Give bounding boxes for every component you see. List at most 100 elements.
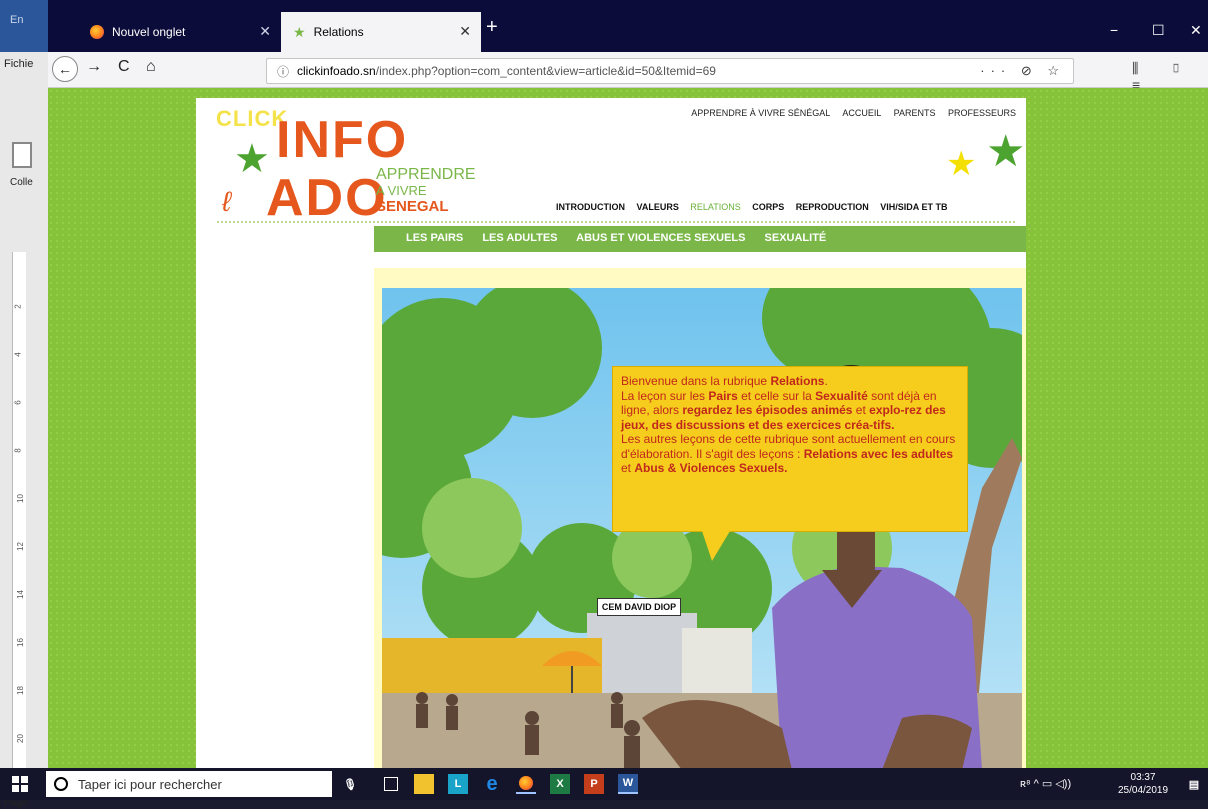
illustration: Bienvenue dans la rubrique Relations. La…	[382, 288, 1022, 770]
tab-nouvel-onglet[interactable]: Nouvel onglet ✕	[78, 12, 281, 52]
url-domain: clickinfoado.sn	[297, 64, 376, 78]
search-placeholder: Taper ici pour rechercher	[78, 776, 222, 792]
notifications-icon[interactable]: ▤	[1184, 774, 1204, 794]
forward-button[interactable]: →	[86, 58, 102, 76]
bubble-link-pairs[interactable]: Pairs	[708, 389, 737, 403]
firefox-icon	[90, 25, 104, 39]
close-tab-icon[interactable]: ✕	[259, 23, 271, 40]
close-tab-icon[interactable]: ✕	[459, 23, 471, 40]
url-bar[interactable]: ⓘ clickinfoado.sn /index.php?option=com_…	[266, 58, 1074, 84]
decorative-divider	[216, 220, 1016, 224]
tab-relations[interactable]: ★ Relations ✕	[281, 12, 481, 52]
bubble-text: La leçon sur les	[621, 388, 709, 403]
windows-start-icon[interactable]	[12, 776, 28, 792]
top-menu-item[interactable]: APPRENDRE À VIVRE SÉNÉGAL	[691, 108, 830, 118]
bubble-link-sexualite[interactable]: Sexualité	[815, 389, 868, 403]
top-menu-item[interactable]: PARENTS	[894, 108, 936, 118]
star-icon: ★	[293, 23, 306, 40]
ruler-mark: 4	[13, 352, 23, 357]
logo-ado: ADO	[266, 169, 388, 227]
main-menu: INTRODUCTION VALEURS RELATIONS CORPS REP…	[556, 202, 956, 212]
bubble-text: et	[852, 403, 870, 417]
main-menu-item-active[interactable]: RELATIONS	[690, 202, 740, 212]
minimize-button[interactable]: −	[1110, 22, 1118, 38]
page-actions-icons[interactable]: ··· ⊘ ☆	[980, 63, 1065, 79]
school-wall	[682, 628, 752, 698]
back-button[interactable]: ←	[52, 56, 78, 82]
close-window-button[interactable]: ✕	[1190, 22, 1202, 39]
logo-info: INFO	[276, 111, 409, 169]
maximize-button[interactable]: ☐	[1152, 22, 1165, 39]
clock[interactable]: 03:37 25/04/2019	[1118, 771, 1168, 797]
taskbar-search-box[interactable]: Taper ici pour rechercher	[46, 771, 332, 797]
page-content: CLICK ★ INFO ℓ ADO APPRENDRE A VIVRE SEN…	[196, 98, 1026, 770]
reload-button[interactable]: C	[118, 58, 130, 76]
bubble-text: .	[824, 374, 828, 388]
bubble-text: et	[621, 461, 635, 475]
web-page-background: CLICK ★ INFO ℓ ADO APPRENDRE A VIVRE SEN…	[48, 88, 1208, 770]
main-menu-item[interactable]: INTRODUCTION	[556, 202, 625, 212]
bubble-link-relations[interactable]: Relations	[770, 374, 824, 388]
new-tab-button[interactable]: +	[486, 16, 498, 39]
top-menu-item[interactable]: ACCUEIL	[842, 108, 881, 118]
home-button[interactable]: ⌂	[146, 58, 156, 76]
bubble-link-adultes[interactable]: Relations avec les adultes	[804, 447, 953, 461]
app-l-icon[interactable]: L	[448, 774, 468, 794]
main-menu-item[interactable]: VIH/SIDA ET TB	[880, 202, 947, 212]
tab-label: Nouvel onglet	[112, 25, 186, 39]
bubble-text: Bienvenue dans la rubrique	[621, 374, 771, 388]
sub-menu-item[interactable]: ABUS ET VIOLENCES SEXUELS	[576, 232, 745, 244]
file-explorer-icon[interactable]	[414, 774, 434, 794]
logo-tagline-2: A VIVRE	[376, 183, 427, 198]
clock-time: 03:37	[1130, 772, 1156, 783]
edge-icon[interactable]: e	[482, 773, 502, 795]
ruler-mark: 6	[13, 400, 23, 405]
info-icon[interactable]: ⓘ	[277, 63, 289, 80]
sub-menu-item[interactable]: LES ADULTES	[482, 232, 557, 244]
building-left	[382, 638, 602, 698]
bubble-text: et celle sur la	[737, 388, 816, 403]
word-window-title[interactable]: En	[0, 0, 48, 52]
logo-tagline-3: SENEGAL	[376, 198, 449, 215]
sub-menu-item[interactable]: LES PAIRS	[406, 232, 463, 244]
ruler-mark: 20	[15, 734, 25, 743]
bubble-link-episodes[interactable]: regardez les épisodes animés	[682, 403, 852, 417]
browser-navbar: ← → C ⌂ ⓘ clickinfoado.sn /index.php?opt…	[48, 52, 1208, 93]
main-menu-item[interactable]: REPRODUCTION	[796, 202, 869, 212]
powerpoint-icon[interactable]: P	[584, 774, 604, 794]
excel-icon[interactable]: X	[550, 774, 570, 794]
ruler-mark: 16	[15, 638, 25, 647]
file-menu[interactable]: Fichie	[4, 58, 33, 70]
bubble-link-abus[interactable]: Abus & Violences Sexuels.	[634, 461, 787, 475]
url-path: /index.php?option=com_content&view=artic…	[375, 64, 716, 78]
firefox-taskbar-icon[interactable]	[516, 774, 536, 794]
main-menu-item[interactable]: CORPS	[752, 202, 784, 212]
green-star-icon: ★	[986, 127, 1026, 176]
word-side-panel: Fichie Colle 2 4 6 8 10 12 14 16 18 20 2…	[0, 52, 48, 809]
tab-label: Relations	[313, 25, 364, 39]
sub-menu-item[interactable]: SEXUALITÉ	[765, 232, 827, 244]
clock-date: 25/04/2019	[1118, 785, 1169, 796]
paste-label: Colle	[10, 177, 33, 188]
logo-star-icon: ★	[234, 137, 270, 181]
main-menu-item[interactable]: VALEURS	[637, 202, 679, 212]
task-view-icon[interactable]	[384, 777, 398, 791]
ruler-mark: 18	[15, 686, 25, 695]
clipboard-icon[interactable]	[12, 142, 32, 168]
browser-titlebar: En Nouvel onglet ✕ ★ Relations ✕ + − ☐ ✕	[0, 0, 1208, 52]
logo-swirl-icon: ℓ	[222, 186, 232, 217]
school-building	[587, 613, 697, 693]
windows-taskbar: Taper ici pour rechercher 🎙 L e X P W ʀ⁸…	[0, 768, 1208, 800]
word-icon[interactable]: W	[618, 774, 638, 794]
yellow-star-icon: ★	[946, 145, 977, 183]
school-sign: CEM DAVID DIOP	[597, 598, 681, 616]
ruler-mark: 2	[13, 304, 23, 309]
ruler-mark: 12	[15, 542, 25, 551]
top-menu: APPRENDRE À VIVRE SÉNÉGAL ACCUEIL PARENT…	[681, 108, 1016, 118]
cortana-icon	[54, 777, 68, 791]
site-logo[interactable]: CLICK ★ INFO ℓ ADO APPRENDRE A VIVRE SEN…	[216, 106, 476, 227]
microphone-icon[interactable]: 🎙	[340, 774, 360, 794]
system-tray[interactable]: ʀ⁸ ^ ▭ ◁))	[1020, 777, 1071, 790]
speech-bubble-tail	[702, 531, 730, 561]
top-menu-item[interactable]: PROFESSEURS	[948, 108, 1016, 118]
